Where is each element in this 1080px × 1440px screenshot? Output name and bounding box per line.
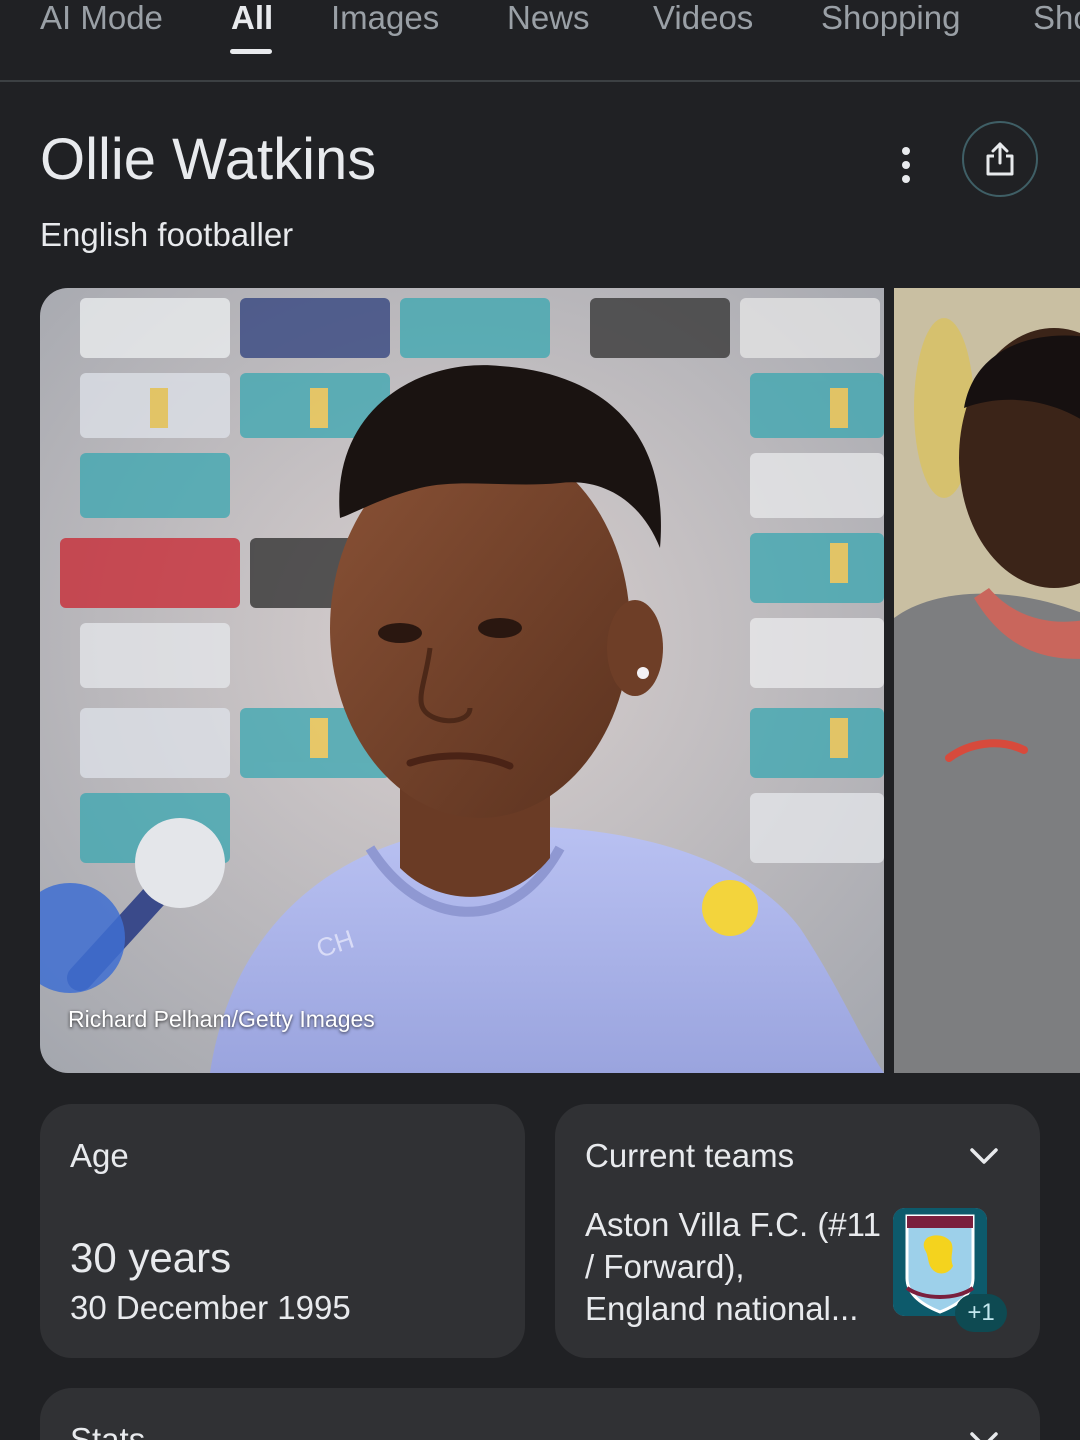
more-teams-badge[interactable]: +1 — [955, 1294, 1007, 1332]
chevron-down-icon[interactable] — [968, 1146, 1000, 1166]
tab-images[interactable]: Images — [331, 0, 439, 46]
share-icon — [986, 142, 1014, 176]
stats-card[interactable]: Stats — [40, 1388, 1040, 1440]
search-tabs: AI Mode All Images News Videos Shopping … — [0, 0, 1080, 82]
teams-line-2: / Forward), — [585, 1248, 745, 1285]
main-photo[interactable]: CH Richard Pelham/Getty Images — [40, 288, 884, 1073]
teams-line-1: Aston Villa F.C. (#11 — [585, 1206, 881, 1243]
tab-ai-mode[interactable]: AI Mode — [40, 0, 163, 46]
share-button[interactable] — [962, 121, 1038, 197]
second-photo[interactable] — [894, 288, 1080, 1073]
active-tab-indicator — [230, 49, 272, 54]
player-portrait-image: CH — [40, 288, 884, 1073]
chevron-down-icon[interactable] — [968, 1430, 1000, 1440]
age-label: Age — [70, 1137, 129, 1174]
tab-all[interactable]: All — [231, 0, 273, 46]
player-training-image — [894, 288, 1080, 1073]
more-options-button[interactable] — [886, 140, 926, 190]
birth-date: 30 December 1995 — [70, 1289, 351, 1326]
tab-short-videos[interactable]: Sho — [1033, 0, 1080, 46]
tab-videos[interactable]: Videos — [653, 0, 753, 46]
more-vert-icon-dot — [902, 175, 910, 183]
tab-news[interactable]: News — [507, 0, 590, 46]
entity-title: Ollie Watkins — [40, 127, 377, 192]
photo-credit: Richard Pelham/Getty Images — [68, 1006, 375, 1032]
stats-label: Stats — [70, 1421, 146, 1440]
more-vert-icon-dot — [902, 161, 910, 169]
teams-line-3: England national... — [585, 1290, 859, 1327]
age-value: 30 years — [70, 1234, 232, 1281]
age-card[interactable]: Age 30 years 30 December 1995 — [40, 1104, 525, 1358]
more-vert-icon — [902, 147, 910, 155]
entity-subtitle: English footballer — [40, 216, 294, 253]
knowledge-panel-page: AI Mode All Images News Videos Shopping … — [0, 0, 1080, 1440]
current-teams-card[interactable]: Current teams Aston Villa F.C. (#11 / Fo… — [555, 1104, 1040, 1358]
current-teams-text: Aston Villa F.C. (#11 / Forward), Englan… — [585, 1204, 895, 1330]
current-teams-label: Current teams — [585, 1137, 795, 1174]
tab-shopping[interactable]: Shopping — [821, 0, 960, 46]
